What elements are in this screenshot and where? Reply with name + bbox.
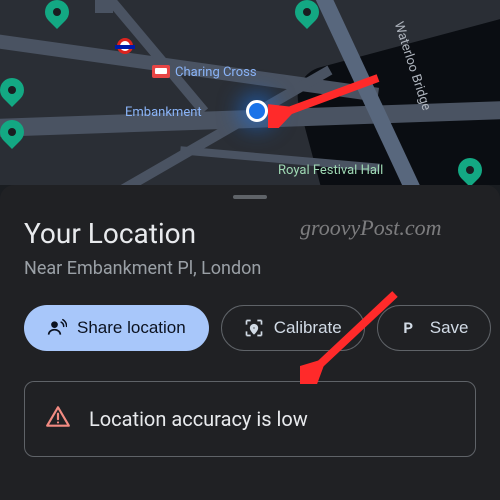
map-label-embankment[interactable]: Embankment: [125, 105, 202, 120]
drag-handle[interactable]: [233, 195, 267, 199]
poi-pin[interactable]: [40, 0, 74, 29]
chip-label: Share location: [77, 318, 186, 338]
accuracy-warning-card[interactable]: Location accuracy is low: [24, 381, 476, 457]
save-button[interactable]: P Save: [377, 305, 492, 351]
poi-pin[interactable]: [0, 73, 29, 107]
chip-label: Calibrate: [274, 318, 342, 338]
current-location-dot[interactable]: [246, 100, 268, 122]
calibrate-icon: [244, 318, 264, 338]
building-block: [95, 0, 113, 13]
calibrate-button[interactable]: Calibrate: [221, 305, 365, 351]
chip-label: Save: [430, 318, 469, 338]
map-label-royal-hall[interactable]: Royal Festival Hall: [278, 163, 383, 178]
share-location-icon: [47, 318, 67, 338]
chip-row: Share location Calibrate P Save: [24, 305, 476, 351]
warning-text: Location accuracy is low: [89, 407, 308, 431]
share-location-button[interactable]: Share location: [24, 305, 209, 351]
warning-icon: [45, 404, 71, 434]
parking-icon: P: [400, 318, 420, 338]
map-label-charing-cross[interactable]: Charing Cross: [175, 65, 257, 80]
map-area[interactable]: Charing Cross Embankment Royal Festival …: [0, 0, 500, 185]
svg-text:P: P: [403, 319, 413, 337]
panel-subtitle: Near Embankment Pl, London: [24, 258, 476, 279]
location-panel: Your Location Near Embankment Pl, London…: [0, 185, 500, 500]
panel-title: Your Location: [24, 217, 476, 250]
rail-icon[interactable]: [152, 65, 170, 78]
underground-icon[interactable]: [117, 38, 133, 54]
